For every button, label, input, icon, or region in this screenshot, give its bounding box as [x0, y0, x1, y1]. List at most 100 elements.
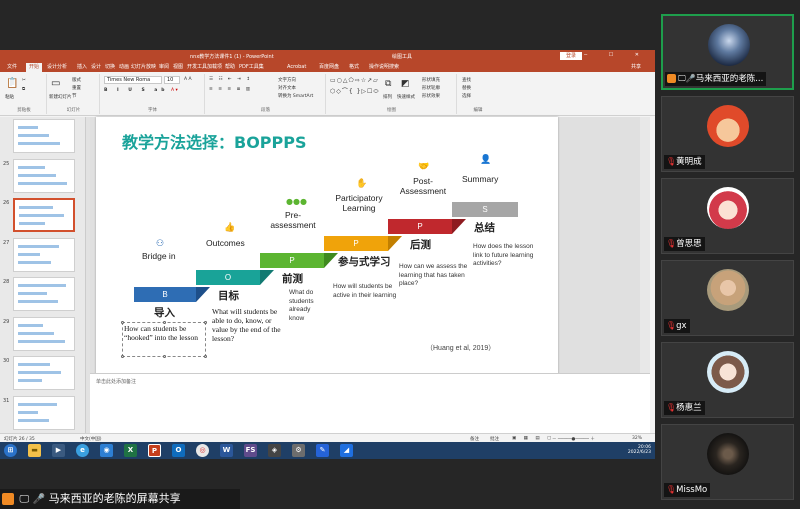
resize-handle[interactable] — [121, 355, 124, 358]
shape-outline-button[interactable]: 形状轮廓 — [422, 85, 440, 91]
word-icon[interactable]: W — [220, 444, 233, 457]
ribbon-tab[interactable]: 百度网盘 — [316, 63, 342, 72]
desc-pre-assessment[interactable]: What do students already know — [289, 289, 325, 323]
participant-tile[interactable]: 🎙黄明成 — [661, 96, 794, 172]
ribbon-tab[interactable]: 开始 — [26, 63, 43, 72]
ribbon-tab[interactable]: 操作说明搜索 — [366, 63, 402, 72]
list-buttons[interactable]: ☰ ☷ ⇤ ⇥ ↕ — [209, 77, 252, 82]
slide-thumbnail[interactable] — [13, 356, 75, 390]
label-summary[interactable]: Summary — [462, 174, 498, 184]
shapes-gallery-row2[interactable]: ⬡◇⌒{ }▷☐⬭ — [330, 86, 380, 96]
slide-thumbnail[interactable] — [13, 158, 75, 193]
outlook-icon[interactable]: O — [172, 444, 185, 457]
chrome-icon[interactable]: ◎ — [196, 444, 209, 457]
label-outcomes[interactable]: Outcomes — [206, 238, 245, 248]
cut-icon[interactable]: ✂ — [22, 78, 26, 83]
share-button[interactable]: 共享 — [628, 63, 644, 72]
desc-bridge-in[interactable]: How can students be “hooked” into the le… — [124, 324, 206, 342]
participant-tile[interactable]: 🖵🎤马来西亚的老陈... — [661, 14, 794, 90]
font-color-icon[interactable]: A ▾ — [171, 88, 178, 93]
app-icon[interactable]: ◉ — [100, 444, 113, 457]
login-button[interactable]: 登录 — [560, 52, 583, 60]
desc-participatory[interactable]: How will students be active in their lea… — [333, 283, 399, 300]
paste-button[interactable]: 粘贴 — [5, 94, 14, 100]
copy-icon[interactable]: ⧉ — [22, 86, 25, 92]
smartart-button[interactable]: 转换为 SmartArt — [278, 93, 313, 99]
replace-button[interactable]: 替换 — [462, 85, 471, 91]
quick-styles-button[interactable]: 快速样式 — [397, 94, 415, 100]
font-name-select[interactable]: Times New Roma — [104, 76, 162, 84]
align-buttons[interactable]: ≡ ≡ ≡ ≣ ▥ — [209, 87, 252, 92]
view-buttons[interactable]: ▣ ▦ ▤ ▢ — [512, 436, 554, 441]
find-button[interactable]: 查找 — [462, 77, 471, 83]
shape-fill-button[interactable]: 形状填充 — [422, 77, 440, 83]
label-post-assessment[interactable]: Post- Assessment — [392, 176, 454, 196]
participant-name-tag: 🎙gx — [664, 319, 690, 333]
slide-thumbnail[interactable] — [13, 277, 75, 311]
cn-label-post-assessment[interactable]: 后测 — [410, 237, 431, 252]
start-button-icon[interactable]: ⊞ — [4, 444, 17, 457]
slide-scrollbar[interactable] — [640, 117, 650, 373]
slide-thumbnail[interactable] — [13, 316, 75, 351]
file-explorer-icon[interactable]: ▬ — [28, 444, 41, 457]
participant-tile[interactable]: 🎙曾思思 — [661, 178, 794, 254]
slide-thumbnail[interactable] — [13, 237, 75, 272]
powerpoint-icon[interactable]: P — [148, 444, 161, 457]
ribbon-tab[interactable]: Acrobat — [284, 63, 309, 72]
new-slide-icon[interactable]: ▭ — [51, 78, 60, 89]
arrange-icon[interactable]: ⧉ — [385, 79, 391, 89]
section-button[interactable]: 节 — [72, 93, 77, 99]
tool-app-icon[interactable]: ⚙ — [292, 444, 305, 457]
media-player-icon[interactable]: ▶ — [52, 444, 65, 457]
slide-thumbnail[interactable] — [13, 198, 75, 232]
text-format-buttons[interactable]: B I U S ab — [104, 88, 169, 93]
label-pre-assessment[interactable]: Pre-assessment — [264, 210, 322, 230]
align-text-button[interactable]: 对齐文本 — [278, 85, 296, 91]
resize-handle[interactable] — [204, 355, 207, 358]
feather-app-icon[interactable]: ✎ — [316, 444, 329, 457]
ribbon-tab[interactable]: 格式 — [346, 63, 362, 72]
slide-thumbnail[interactable] — [13, 119, 75, 153]
ribbon-tab[interactable]: PDF工具集 — [236, 63, 267, 72]
cn-label-summary[interactable]: 总结 — [474, 220, 495, 235]
layout-button[interactable]: 版式 — [72, 77, 81, 83]
zoom-level[interactable]: 32% — [632, 436, 642, 441]
ribbon-tab[interactable]: 文件 — [4, 63, 20, 72]
pdf-editor-icon[interactable]: FS — [244, 444, 257, 457]
ribbon-tab[interactable]: 设计分析 — [44, 63, 70, 72]
arrange-button[interactable]: 排列 — [383, 94, 392, 100]
notes-pane[interactable]: 单击此处添加备注 — [90, 373, 650, 433]
cn-label-pre-assessment[interactable]: 前测 — [282, 271, 303, 286]
participant-tile[interactable]: 🎙gx — [661, 260, 794, 336]
select-button[interactable]: 选择 — [462, 93, 471, 99]
system-tray[interactable]: 20:06 2022/6/23 — [628, 445, 651, 455]
label-bridge-in[interactable]: Bridge in — [142, 251, 176, 261]
cn-label-bridge-in[interactable]: 导入 — [154, 305, 175, 320]
desc-summary[interactable]: How does the lesson link to future learn… — [473, 243, 537, 269]
meeting-app-icon[interactable]: ◢ — [340, 444, 353, 457]
browser-icon[interactable]: e — [76, 444, 89, 457]
slide-thumbnail[interactable] — [13, 395, 75, 430]
cn-label-outcomes[interactable]: 目标 — [218, 288, 239, 303]
text-direction-button[interactable]: 文字方向 — [278, 77, 296, 83]
resize-handle[interactable] — [163, 355, 166, 358]
label-participatory-learning[interactable]: Participatory Learning — [328, 193, 390, 213]
reset-button[interactable]: 重置 — [72, 85, 81, 91]
new-slide-button[interactable]: 新建幻灯片 — [49, 94, 72, 100]
desc-post-assessment[interactable]: How can we assess the learning that has … — [399, 263, 469, 289]
quick-styles-icon[interactable]: ◩ — [401, 79, 410, 89]
citation[interactable]: （Huang et al, 2019） — [426, 343, 495, 353]
shape-effects-button[interactable]: 形状效果 — [422, 93, 440, 99]
participant-tile[interactable]: 🎙杨惠兰 — [661, 342, 794, 418]
participant-tile[interactable]: 🎙MissMo — [661, 424, 794, 500]
paste-icon[interactable]: 📋 — [6, 78, 18, 89]
ribbon-tab[interactable]: 幻灯片放映 — [128, 63, 159, 72]
shapes-gallery[interactable]: ▭○△⬠⇨☆↗▱ — [330, 77, 379, 84]
window-controls[interactable]: ─ ☐ ✕ — [584, 52, 649, 58]
grow-font-icon[interactable]: A A — [184, 77, 192, 82]
desc-outcomes[interactable]: What will students be able to do, know, … — [212, 307, 286, 343]
media-app-icon[interactable]: ◈ — [268, 444, 281, 457]
cn-label-participatory[interactable]: 参与式学习 — [338, 254, 391, 269]
excel-icon[interactable]: X — [124, 444, 137, 457]
font-size-select[interactable]: 10 — [164, 76, 180, 84]
